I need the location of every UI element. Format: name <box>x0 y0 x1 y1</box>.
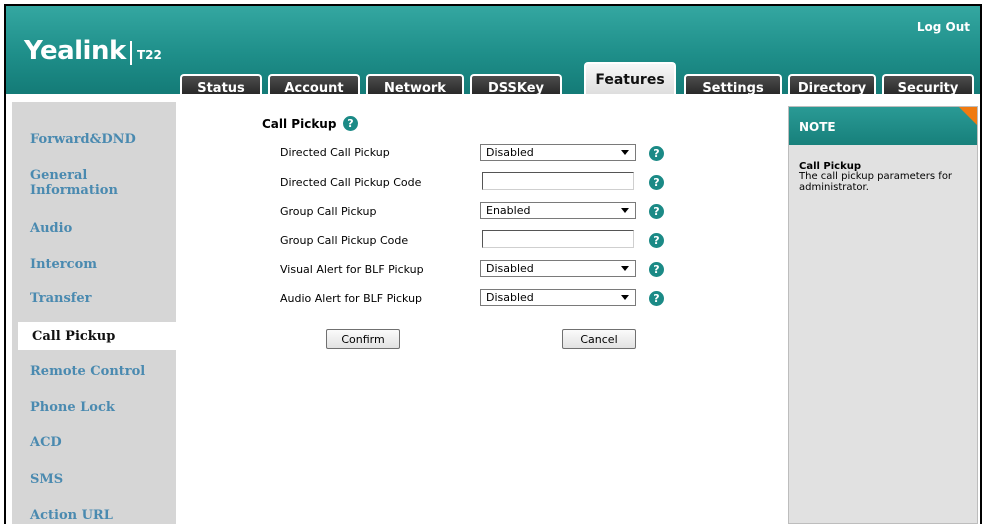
group-call-pickup-code-help-icon[interactable]: ? <box>649 233 664 248</box>
group-call-pickup-code-label: Group Call Pickup Code <box>280 234 409 247</box>
section-help-icon[interactable]: ? <box>343 116 358 131</box>
audio-alert-blf-value: Disabled <box>486 291 534 304</box>
directed-call-pickup-help-icon[interactable]: ? <box>649 146 664 161</box>
logout-link[interactable]: Log Out <box>917 20 970 34</box>
directed-call-pickup-select[interactable]: Disabled <box>480 144 636 161</box>
logo-divider <box>130 41 132 65</box>
directed-call-pickup-label: Directed Call Pickup <box>280 146 390 159</box>
group-call-pickup-help-icon[interactable]: ? <box>649 204 664 219</box>
audio-alert-blf-help-icon[interactable]: ? <box>649 291 664 306</box>
sidebar-item-call-pickup[interactable]: Call Pickup <box>18 322 184 350</box>
audio-alert-blf-label: Audio Alert for BLF Pickup <box>280 292 423 305</box>
chevron-down-icon <box>621 295 629 300</box>
sidebar-item-intercom[interactable]: Intercom <box>30 257 97 272</box>
sidebar <box>12 102 176 524</box>
visual-alert-blf-label: Visual Alert for BLF Pickup <box>280 263 424 276</box>
chevron-down-icon <box>621 266 629 271</box>
visual-alert-blf-select[interactable]: Disabled <box>480 260 636 277</box>
sidebar-item-transfer[interactable]: Transfer <box>30 291 91 306</box>
sidebar-item-general[interactable]: General <box>30 168 87 183</box>
cancel-button[interactable]: Cancel <box>562 329 636 349</box>
audio-alert-blf-select[interactable]: Disabled <box>480 289 636 306</box>
confirm-button[interactable]: Confirm <box>326 329 400 349</box>
visual-alert-blf-value: Disabled <box>486 262 534 275</box>
chevron-down-icon <box>621 150 629 155</box>
group-call-pickup-value: Enabled <box>486 204 531 217</box>
sidebar-item-audio[interactable]: Audio <box>30 221 72 236</box>
sidebar-item-forward-dnd[interactable]: Forward&DND <box>30 132 136 147</box>
group-call-pickup-select[interactable]: Enabled <box>480 202 636 219</box>
directed-call-pickup-code-label: Directed Call Pickup Code <box>280 176 422 189</box>
directed-call-pickup-value: Disabled <box>486 146 534 159</box>
directed-call-pickup-code-input[interactable] <box>482 172 634 190</box>
section-title: Call Pickup <box>262 117 337 131</box>
sidebar-item-sms[interactable]: SMS <box>30 472 63 487</box>
page: Yealink T22 Log Out Status Account Netwo… <box>0 0 986 524</box>
sidebar-item-remote-control[interactable]: Remote Control <box>30 364 145 379</box>
sidebar-item-action-url[interactable]: Action URL <box>30 508 113 523</box>
header-bar: Yealink T22 Log Out Status Account Netwo… <box>4 4 982 100</box>
chevron-down-icon <box>621 208 629 213</box>
note-heading: NOTE <box>789 107 977 145</box>
sidebar-item-information[interactable]: Information <box>30 183 118 198</box>
note-text: The call pickup parameters for administr… <box>799 171 953 193</box>
phone-model: T22 <box>137 48 162 62</box>
directed-call-pickup-code-help-icon[interactable]: ? <box>649 175 664 190</box>
note-corner-icon <box>959 107 977 125</box>
note-panel: NOTE Call Pickup The call pickup paramet… <box>788 106 978 524</box>
group-call-pickup-code-input[interactable] <box>482 230 634 248</box>
sidebar-item-phone-lock[interactable]: Phone Lock <box>30 400 115 415</box>
yealink-logo: Yealink <box>24 36 126 66</box>
sidebar-item-acd[interactable]: ACD <box>30 435 62 450</box>
visual-alert-blf-help-icon[interactable]: ? <box>649 262 664 277</box>
group-call-pickup-label: Group Call Pickup <box>280 205 377 218</box>
